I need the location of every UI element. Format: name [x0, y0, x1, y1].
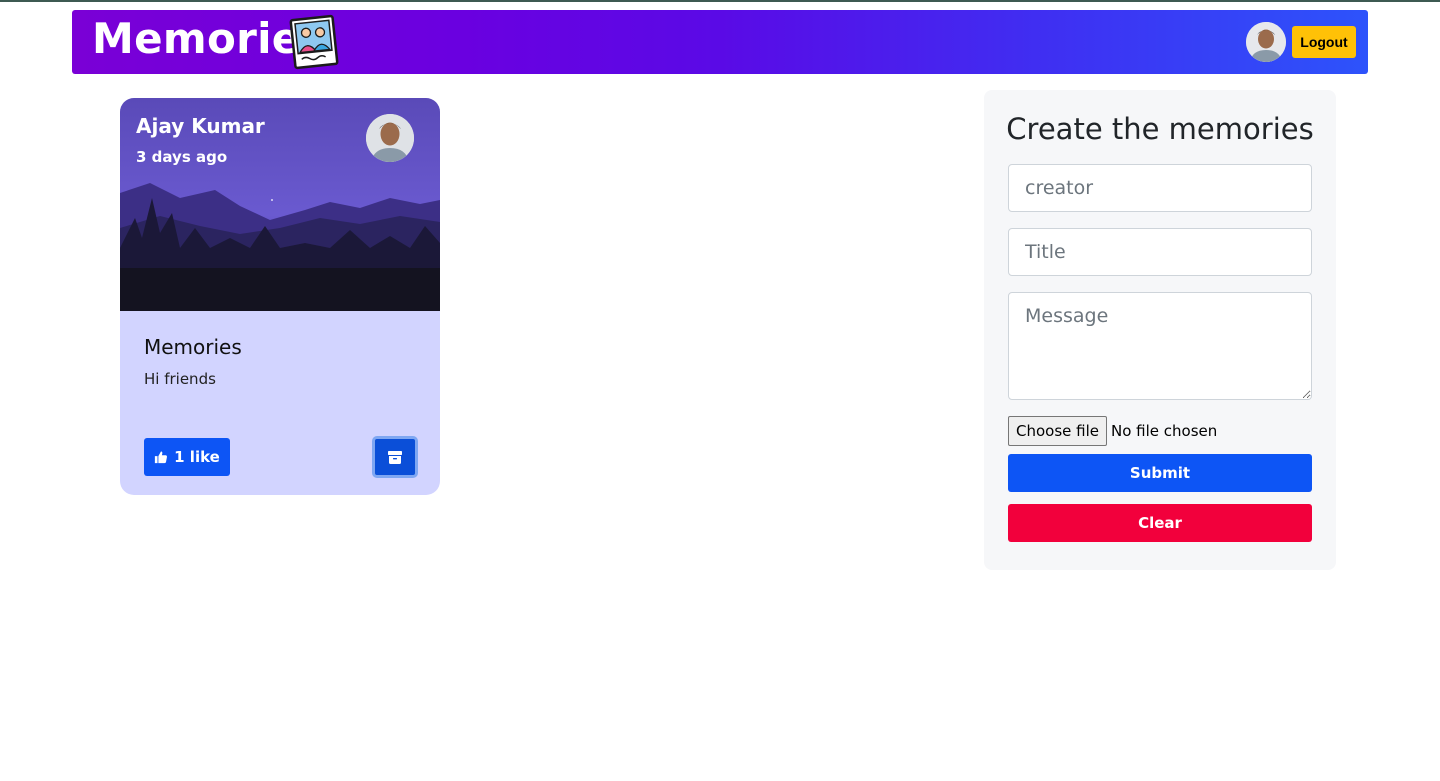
- like-label: 1 like: [174, 448, 220, 466]
- post-author-avatar-image: [366, 114, 414, 162]
- title-input[interactable]: [1008, 228, 1312, 276]
- archive-box-icon: [388, 451, 402, 464]
- post-message: Hi friends: [144, 370, 216, 388]
- file-status-text: No file chosen: [1111, 422, 1218, 440]
- logout-button[interactable]: Logout: [1292, 26, 1356, 58]
- form-title: Create the memories: [1006, 112, 1314, 146]
- file-input: Choose file No file chosen: [1008, 416, 1217, 446]
- post-author-avatar: [366, 114, 414, 162]
- choose-file-button[interactable]: Choose file: [1008, 416, 1107, 446]
- post-author: Ajay Kumar: [136, 114, 265, 138]
- memories-photo-icon: [289, 14, 339, 70]
- post-time: 3 days ago: [136, 148, 228, 166]
- top-border-line: [0, 0, 1440, 2]
- creator-input[interactable]: [1008, 164, 1312, 212]
- user-avatar-image: [1246, 22, 1286, 62]
- create-memory-form: Create the memories Choose file No file …: [984, 90, 1336, 570]
- clear-button[interactable]: Clear: [1008, 504, 1312, 542]
- post-title: Memories: [144, 335, 242, 359]
- navbar: Memories Logout: [72, 10, 1368, 74]
- post-card: Ajay Kumar 3 days ago Memories Hi friend…: [120, 98, 440, 495]
- user-avatar[interactable]: [1246, 22, 1286, 62]
- submit-button[interactable]: Submit: [1008, 454, 1312, 492]
- message-textarea[interactable]: [1008, 292, 1312, 400]
- like-button[interactable]: 1 like: [144, 438, 230, 476]
- delete-button[interactable]: [372, 436, 418, 478]
- thumb-up-icon: [155, 451, 168, 464]
